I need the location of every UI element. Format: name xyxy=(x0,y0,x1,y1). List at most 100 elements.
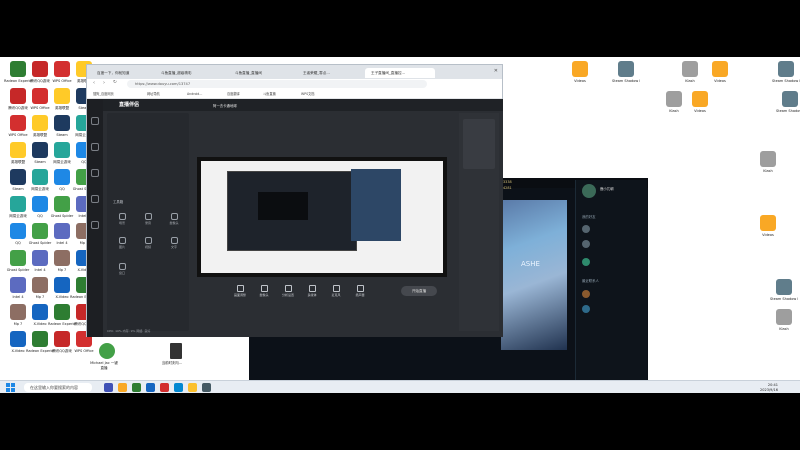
bookmark[interactable]: 搜狗_百度网页 xyxy=(93,91,114,97)
tool-icon xyxy=(144,213,152,220)
app-icon xyxy=(10,196,26,212)
app-icon xyxy=(54,277,70,293)
app-icon[interactable] xyxy=(202,383,211,392)
address-bar[interactable]: https://www.douyu.com/13747 xyxy=(127,80,427,88)
toolbox-tool[interactable]: 图片 xyxy=(111,237,133,249)
toolbox-tool[interactable]: 场景 xyxy=(111,213,133,225)
toolbox-tool[interactable]: 录音 xyxy=(137,213,159,225)
toolbox-tool[interactable]: 视频 xyxy=(137,237,159,249)
tool-scene[interactable]: 画面调整 xyxy=(229,285,251,297)
app-icon xyxy=(760,215,776,231)
explorer-icon[interactable] xyxy=(118,383,127,392)
desktop-icon[interactable]: Steam Shadow Pe xyxy=(776,91,800,113)
bookmark[interactable]: 斗鱼直播 xyxy=(263,91,276,97)
browser-icon[interactable] xyxy=(132,383,141,392)
app-icon xyxy=(32,250,48,266)
tool-mic[interactable]: 麦克风 xyxy=(325,285,347,297)
bookmark[interactable]: WPS文档 xyxy=(301,91,314,97)
tab-2[interactable]: 斗鱼直播_直播间 xyxy=(229,68,295,78)
refresh-icon[interactable]: ↻ xyxy=(113,80,117,85)
start-icon[interactable] xyxy=(6,383,15,392)
bookmark[interactable]: 网址导航 xyxy=(147,91,160,97)
desktop-icon[interactable]: Videos xyxy=(706,61,734,83)
avatar[interactable] xyxy=(582,184,596,198)
bookmarks-bar: 搜狗_百度网页 网址导航 Android... 百度翻译 斗鱼直播 WPS文档 xyxy=(87,89,502,99)
friend-avatar xyxy=(582,290,590,298)
desktop-shortcut-file[interactable]: 当前时刻与... xyxy=(162,343,186,366)
tool-media[interactable]: 多媒体 xyxy=(301,285,323,297)
tool-camera[interactable]: 摄像头 xyxy=(253,285,275,297)
nav-live-icon[interactable] xyxy=(91,143,99,151)
desktop-icon[interactable]: Videos xyxy=(686,91,714,113)
app-icon[interactable] xyxy=(174,383,183,392)
nav-feed-icon[interactable] xyxy=(91,169,99,177)
tab-4[interactable]: 王子直播间_直播控... xyxy=(365,68,435,78)
desktop-icon[interactable]: Klash xyxy=(770,309,798,331)
desktop-icon[interactable]: Videos xyxy=(754,215,782,237)
toolbox-tool[interactable]: 摄像头 xyxy=(163,213,185,225)
desktop-icon[interactable]: Steam Shadow Pe xyxy=(770,279,798,301)
app-icon xyxy=(32,61,48,77)
desktop-icon-label: Steam Shadow Pe xyxy=(776,109,800,113)
tool-icon xyxy=(118,263,126,270)
app-icon xyxy=(54,88,70,104)
app-icon xyxy=(10,304,26,320)
nav-settings-icon[interactable] xyxy=(91,221,99,229)
desktop-shortcut-mj[interactable]: Michael Jac 一键直播 xyxy=(90,343,118,371)
info-card xyxy=(463,119,495,169)
back-icon[interactable]: ‹ xyxy=(93,80,95,86)
nav-home-icon[interactable] xyxy=(91,117,99,125)
app-icon xyxy=(32,115,48,131)
app-icon xyxy=(618,61,634,77)
nav-me-icon[interactable] xyxy=(91,195,99,203)
app-icon xyxy=(776,279,792,295)
tool-label: 图片 xyxy=(118,245,125,249)
tool-speaker[interactable]: 扬声器 xyxy=(349,285,371,297)
desktop-icon[interactable]: Klash xyxy=(754,151,782,173)
toolbox-tool[interactable]: 窗口 xyxy=(111,263,133,275)
app-icon xyxy=(54,61,70,77)
start-live-button[interactable]: 开始直播 xyxy=(401,286,437,296)
app-icon xyxy=(54,196,70,212)
taskbar-search[interactable]: 在这里输入你要搜索的内容 xyxy=(24,383,92,392)
close-icon[interactable]: ✕ xyxy=(494,68,498,74)
app-header: 直播伴侣 阿一去卡通地球 xyxy=(103,99,503,111)
tool-icon xyxy=(170,213,178,220)
desktop-icon[interactable]: Klash xyxy=(660,91,688,113)
app-icon xyxy=(10,88,26,104)
app-icon xyxy=(54,223,70,239)
taskview-icon[interactable] xyxy=(104,383,113,392)
app-icon xyxy=(10,169,26,185)
desktop-icon[interactable]: Steam Shadow Pe xyxy=(612,61,640,83)
friend-avatar xyxy=(582,225,590,233)
bookmark[interactable]: Android... xyxy=(187,91,202,97)
tab-1[interactable]: 斗鱼直播_超级精彩 xyxy=(155,68,227,78)
tool-label: 场景 xyxy=(118,221,125,225)
desktop-icon[interactable]: Klash xyxy=(676,61,704,83)
toolbox-tool[interactable]: 文字 xyxy=(163,237,185,249)
desktop-icon-label: Klash xyxy=(779,327,789,331)
app-icon xyxy=(32,88,48,104)
app-icon[interactable] xyxy=(146,383,155,392)
bookmark[interactable]: 百度翻译 xyxy=(227,91,240,97)
status-bar: CPU: 10% 内存: 9% 网络: 良好 xyxy=(107,329,151,333)
app-icon[interactable] xyxy=(188,383,197,392)
gold-count: 3338 xyxy=(503,180,512,184)
tab-3[interactable]: 王者荣耀_零点... xyxy=(297,68,363,78)
tab-0[interactable]: 百度一下，你就知道 xyxy=(91,68,153,78)
nested-window xyxy=(227,171,357,251)
tool-label: 多媒体 xyxy=(307,293,317,297)
taskbar: 在这里输入你要搜索的内容 20:41 2023/9/16 xyxy=(0,380,800,393)
browser-window[interactable]: 百度一下，你就知道 斗鱼直播_超级精彩 斗鱼直播_直播间 王者荣耀_零点... … xyxy=(86,64,503,337)
app-icon xyxy=(32,331,48,347)
file-icon xyxy=(170,343,182,359)
hero-name: ASHE xyxy=(521,260,540,268)
desktop-icon[interactable]: Videos xyxy=(566,61,594,83)
clock[interactable]: 20:41 2023/9/16 xyxy=(760,383,778,392)
app-left-nav xyxy=(87,99,103,337)
app-icon[interactable] xyxy=(160,383,169,392)
tool-settings[interactable]: 分析设置 xyxy=(277,285,299,297)
desktop-icon[interactable]: Steam Shadow Pe xyxy=(772,61,800,83)
forward-icon[interactable]: › xyxy=(103,80,105,86)
desktop-icon-label: Videos xyxy=(574,79,586,83)
